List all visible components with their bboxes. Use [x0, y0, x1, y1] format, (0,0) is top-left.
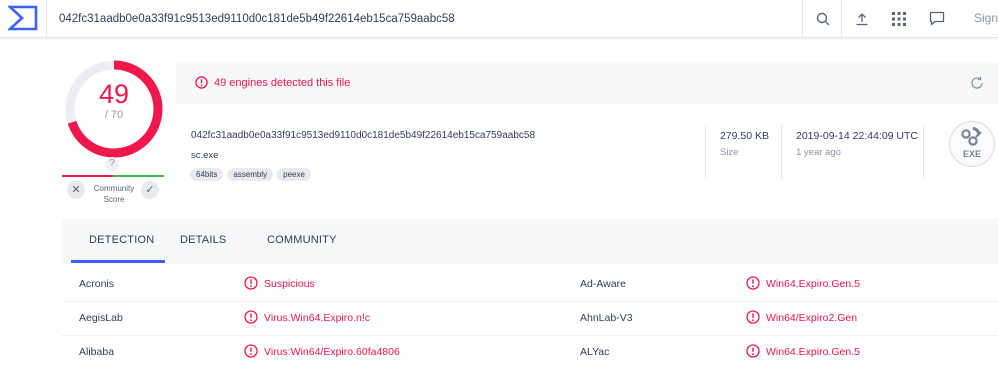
engine-name: Acronis: [79, 278, 115, 290]
top-bar: Sign: [0, 0, 998, 38]
file-type-badge: EXE: [949, 121, 995, 167]
file-info-card: 042fc31aadb0e0a33f91c9513ed9110d0c181de5…: [176, 115, 998, 197]
tab-detection[interactable]: DETECTION: [89, 234, 154, 246]
table-row: AegisLab Virus.Win64.Expiro.n!c AhnLab-V3 W…: [62, 302, 998, 336]
community-score-label: Community Score: [93, 184, 135, 204]
search-icon: [816, 12, 829, 25]
upload-icon: [856, 12, 867, 25]
engine-total: / 70: [104, 109, 124, 121]
tabs-bar: DETECTION DETAILS COMMUNITY: [62, 219, 998, 264]
tag-assembly[interactable]: assembly: [227, 168, 274, 181]
detection-result: Virus:Win64/Expiro.60fa4806: [264, 346, 400, 358]
alert-icon: [746, 310, 760, 324]
alert-icon: [244, 276, 258, 290]
file-type-label: EXE: [962, 149, 981, 159]
divider: [705, 125, 706, 179]
check-icon: ✓: [145, 184, 155, 196]
detection-summary: 49 engines detected this file: [214, 77, 351, 89]
search-bar: [46, 0, 803, 37]
detection-banner: 49 engines detected this file: [176, 62, 998, 104]
chat-icon: [929, 11, 945, 26]
community-help-icon[interactable]: ?: [105, 157, 119, 171]
apps-button[interactable]: [880, 0, 918, 37]
file-type-icon: [961, 127, 982, 146]
table-row: Acronis Suspicious Ad-Aware Win64.Expiro.Ge…: [62, 268, 998, 302]
vote-harmless-button[interactable]: ✓: [141, 181, 159, 199]
detection-result: Virus.Win64.Expiro.n!c: [264, 312, 371, 324]
virustotal-logo-icon[interactable]: [8, 5, 38, 31]
detection-result: Win64/Expiro2.Gen: [766, 312, 858, 324]
vote-harmful-button[interactable]: ✕: [67, 181, 85, 199]
divider: [781, 125, 782, 179]
tab-community[interactable]: COMMUNITY: [267, 234, 337, 246]
tag-peexe[interactable]: peexe: [277, 168, 311, 181]
engine-name: AegisLab: [79, 312, 123, 324]
file-hash[interactable]: 042fc31aadb0e0a33f91c9513ed9110d0c181de5…: [191, 130, 535, 141]
sign-in-link[interactable]: Sign: [974, 11, 998, 25]
chat-button[interactable]: [918, 0, 956, 37]
active-tab-indicator: [71, 260, 165, 263]
grid-icon: [892, 11, 906, 26]
close-icon: ✕: [71, 184, 81, 196]
upload-button[interactable]: [841, 0, 881, 37]
alert-icon: [746, 276, 760, 290]
reanalyze-icon[interactable]: [969, 75, 985, 91]
file-size: 279.50 KB: [720, 130, 770, 142]
search-input[interactable]: [57, 9, 791, 29]
alert-icon: [244, 310, 258, 324]
search-button[interactable]: [802, 0, 842, 37]
community-score-bar: [62, 175, 164, 177]
detection-table: Acronis Suspicious Ad-Aware Win64.Expiro.Ge…: [62, 268, 998, 369]
divider: [923, 125, 924, 179]
detection-result: Suspicious: [264, 278, 315, 290]
file-size-label: Size: [720, 147, 739, 158]
engine-name: Ad-Aware: [580, 278, 626, 290]
file-tags: 64bits assembly peexe: [190, 168, 311, 181]
alert-icon: [195, 76, 208, 89]
tag-64bits[interactable]: 64bits: [190, 168, 224, 181]
analysis-date-ago: 1 year ago: [796, 147, 841, 158]
engine-name: ALYac: [580, 346, 610, 358]
file-name: sc.exe: [191, 150, 219, 161]
detection-count: 49: [98, 79, 130, 109]
alert-icon: [746, 344, 760, 358]
detection-result: Win64.Expiro.Gen.5: [766, 346, 860, 358]
detection-score-gauge: 49 / 70: [62, 57, 166, 161]
detection-result: Win64.Expiro.Gen.5: [766, 278, 860, 290]
engine-name: AhnLab-V3: [580, 312, 633, 324]
table-row: Alibaba Virus:Win64/Expiro.60fa4806 ALYac W…: [62, 336, 998, 369]
analysis-date: 2019-09-14 22:44:09 UTC: [796, 130, 918, 142]
alert-icon: [244, 344, 258, 358]
tab-details[interactable]: DETAILS: [180, 234, 226, 246]
engine-name: Alibaba: [79, 346, 115, 358]
